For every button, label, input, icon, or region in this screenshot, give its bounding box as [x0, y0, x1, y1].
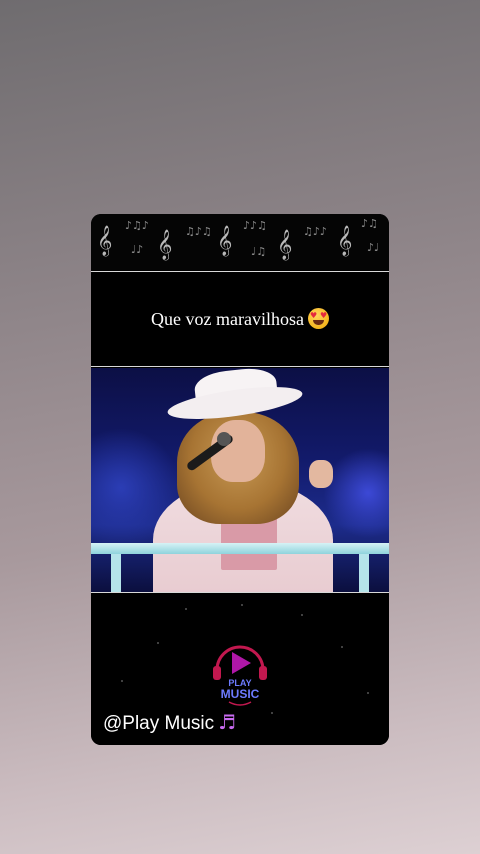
caption-text: Que voz maravilhosa	[151, 309, 304, 329]
treble-clef-icon: 𝄞	[277, 230, 293, 260]
headphone-right-cup	[259, 666, 267, 680]
play-music-logo: PLAY MUSIC	[213, 645, 267, 706]
microphone-head	[217, 432, 231, 446]
heart-eyes-emoji-icon: ♥ ♥	[307, 308, 329, 329]
footer-area: PLAY MUSIC @Play Music ♬	[91, 594, 389, 745]
singer-hand	[309, 460, 333, 488]
handle-text: @Play Music	[103, 713, 215, 734]
music-note-icon: ♩♫	[251, 245, 267, 258]
stage-rail	[91, 543, 389, 554]
music-note-icon: ♪♫	[361, 217, 378, 230]
rail-post	[359, 554, 369, 592]
play-icon	[232, 652, 251, 674]
divider	[91, 592, 389, 593]
rail-post	[111, 554, 121, 592]
stage-light	[323, 448, 389, 538]
channel-handle[interactable]: @Play Music ♬	[103, 710, 236, 735]
logo-line2: MUSIC	[221, 687, 260, 701]
music-note-icon: ♪♪♫	[243, 219, 267, 232]
music-note-icon: ♪♩	[367, 241, 380, 254]
music-note-icon: ♫♪♫	[185, 225, 212, 238]
music-note-icon: ♪♫♪	[125, 219, 149, 232]
music-note-icon: ♩♪	[131, 243, 144, 256]
treble-clef-icon: 𝄞	[217, 226, 233, 256]
music-notes-banner: 𝄞 𝄞 𝄞 𝄞 𝄞 ♪♫♪ ♫♪♫ ♪♪♫ ♫♪♪ ♪♫ ♩♪ ♩♫ ♪♩	[91, 214, 389, 270]
treble-clef-icon: 𝄞	[337, 226, 353, 256]
treble-clef-icon: 𝄞	[157, 230, 173, 260]
divider	[91, 366, 389, 367]
video-frame[interactable]	[91, 368, 389, 592]
treble-clef-icon: 𝄞	[97, 226, 113, 256]
music-note-icon: ♬	[218, 710, 237, 734]
headphone-left-cup	[213, 666, 221, 680]
music-note-icon: ♫♪♪	[303, 225, 327, 238]
post-caption: Que voz maravilhosa ♥ ♥	[91, 308, 389, 330]
divider	[91, 271, 389, 272]
logo-wave	[228, 701, 252, 706]
story-card: 𝄞 𝄞 𝄞 𝄞 𝄞 ♪♫♪ ♫♪♫ ♪♪♫ ♫♪♪ ♪♫ ♩♪ ♩♫ ♪♩ Qu…	[91, 214, 389, 745]
